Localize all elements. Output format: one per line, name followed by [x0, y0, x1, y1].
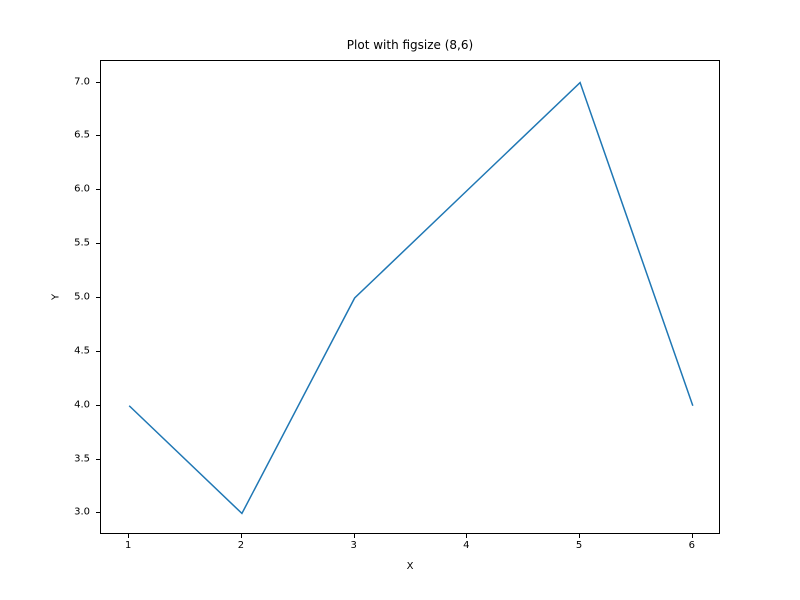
x-tick-label: 6 — [689, 540, 695, 551]
x-tick-label: 3 — [350, 540, 356, 551]
y-tick-mark — [96, 405, 100, 406]
x-tick-mark — [579, 534, 580, 538]
x-tick-label: 1 — [125, 540, 131, 551]
x-tick-mark — [241, 534, 242, 538]
x-tick-mark — [692, 534, 693, 538]
chart-title: Plot with figsize (8,6) — [100, 38, 720, 52]
y-tick-label: 3.0 — [74, 507, 90, 518]
y-axis-label: Y — [51, 294, 62, 300]
x-axis-label: X — [100, 561, 720, 572]
y-tick-mark — [96, 459, 100, 460]
y-tick-mark — [96, 512, 100, 513]
y-tick-label: 5.5 — [74, 238, 90, 249]
y-tick-mark — [96, 189, 100, 190]
y-tick-mark — [96, 351, 100, 352]
x-tick-mark — [466, 534, 467, 538]
y-tick-mark — [96, 82, 100, 83]
figure: Plot with figsize (8,6) X Y 1 2 3 4 5 6 3.0 3.… — [0, 0, 800, 600]
x-tick-label: 2 — [238, 540, 244, 551]
y-tick-mark — [96, 297, 100, 298]
y-tick-label: 6.0 — [74, 184, 90, 195]
y-tick-label: 6.5 — [74, 130, 90, 141]
y-tick-mark — [96, 135, 100, 136]
y-tick-mark — [96, 243, 100, 244]
x-tick-mark — [128, 534, 129, 538]
y-tick-label: 4.5 — [74, 345, 90, 356]
axes-frame — [100, 60, 720, 534]
x-tick-label: 4 — [463, 540, 469, 551]
y-tick-label: 7.0 — [74, 76, 90, 87]
line-series — [101, 61, 721, 535]
x-tick-label: 5 — [576, 540, 582, 551]
y-tick-label: 3.5 — [74, 453, 90, 464]
y-tick-label: 4.0 — [74, 399, 90, 410]
y-tick-label: 5.0 — [74, 292, 90, 303]
x-tick-mark — [354, 534, 355, 538]
